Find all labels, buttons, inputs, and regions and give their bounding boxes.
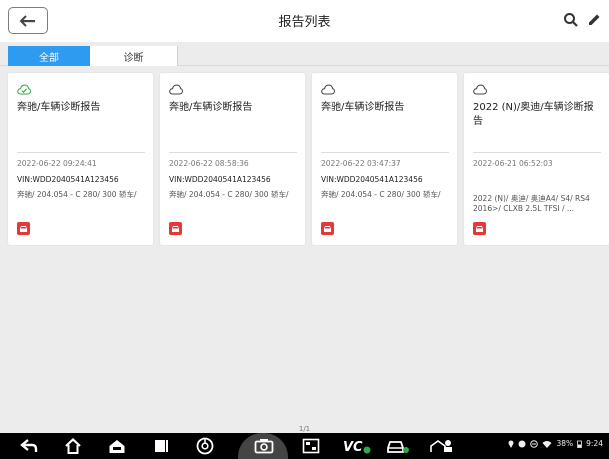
divider xyxy=(473,152,601,153)
home-icon xyxy=(65,438,81,454)
report-card[interactable]: 2022 (N)/奥迪/车辆诊断报告 2022-06-21 06:52:03 2… xyxy=(464,73,609,245)
report-vehicle: 奔驰/ 204.054 - C 280/ 300 轿车/ xyxy=(321,190,441,199)
car-icon xyxy=(476,225,483,232)
garage-icon xyxy=(109,440,125,453)
divider xyxy=(169,152,297,153)
report-date: 2022-06-22 08:58:36 xyxy=(169,159,249,168)
report-vehicle: 奔驰/ 204.054 - C 280/ 300 轿车/ xyxy=(17,190,137,199)
repair-shop-icon xyxy=(430,440,452,452)
car-icon xyxy=(172,225,179,232)
battery-percent: 38% xyxy=(556,439,574,448)
report-vehicle: 2022 (N)/ 奥迪/ 奥迪A4/ S4/ RS4 2016>/ CLXB … xyxy=(473,194,590,213)
report-title: 奔驰/车辆诊断报告 xyxy=(321,102,405,113)
status-bar: 38% 9:24 xyxy=(508,439,603,448)
recent-apps-icon xyxy=(155,440,168,452)
nav-screenshot-button[interactable] xyxy=(302,437,320,455)
battery-icon xyxy=(577,440,583,448)
cloud-check-icon xyxy=(17,84,31,95)
nav-repair-shop-button[interactable] xyxy=(430,437,454,455)
page-indicator: 1/1 xyxy=(298,425,311,433)
report-vin: VIN:WDD2040541A123456 xyxy=(169,175,271,184)
nav-home-button[interactable] xyxy=(64,437,82,455)
camera-icon xyxy=(254,439,274,454)
nav-vehicle-button[interactable] xyxy=(386,437,410,455)
screen-capture-icon xyxy=(302,438,320,454)
report-date: 2022-06-21 06:52:03 xyxy=(473,159,553,168)
pencil-icon xyxy=(589,14,600,25)
tab-diagnostics[interactable]: 诊断 xyxy=(90,46,178,66)
report-date: 2022-06-22 03:47:37 xyxy=(321,159,401,168)
car-badge xyxy=(473,222,486,235)
report-title: 奔驰/车辆诊断报告 xyxy=(169,102,253,113)
svg-text:VC: VC xyxy=(343,440,363,454)
nav-back-button[interactable] xyxy=(20,437,38,455)
settings-icon xyxy=(518,440,526,447)
back-icon xyxy=(20,439,38,452)
divider xyxy=(17,152,145,153)
report-card[interactable]: 奔驰/车辆诊断报告 2022-06-22 08:58:36 VIN:WDD204… xyxy=(160,73,305,245)
vci-icon: VC xyxy=(343,440,371,454)
car-status-icon xyxy=(387,441,409,453)
divider xyxy=(321,152,449,153)
report-vin: VIN:WDD2040541A123456 xyxy=(17,175,119,184)
report-title: 2022 (N)/奥迪/车辆诊断报告 xyxy=(473,102,594,127)
edit-button[interactable] xyxy=(586,12,602,28)
car-badge xyxy=(169,222,182,235)
report-title: 奔驰/车辆诊断报告 xyxy=(17,102,101,113)
nav-vehicle-home-button[interactable] xyxy=(108,437,126,455)
search-icon xyxy=(564,13,578,27)
report-vehicle: 奔驰/ 204.054 - C 280/ 300 轿车/ xyxy=(169,190,289,199)
nav-camera-button[interactable] xyxy=(254,437,274,455)
report-card[interactable]: 奔驰/车辆诊断报告 2022-06-22 03:47:37 VIN:WDD204… xyxy=(312,73,457,245)
report-card[interactable]: 奔驰/车辆诊断报告 2022-06-22 09:24:41 VIN:WDD204… xyxy=(8,73,153,245)
page-title: 报告列表 xyxy=(278,15,331,30)
nav-browser-button[interactable] xyxy=(196,437,214,455)
cloud-icon xyxy=(473,84,487,95)
dnd-icon xyxy=(530,439,539,448)
nav-recent-apps-button[interactable] xyxy=(153,437,169,455)
report-vin: VIN:WDD2040541A123456 xyxy=(321,175,423,184)
report-date: 2022-06-22 09:24:41 xyxy=(17,159,97,168)
cloud-icon xyxy=(169,84,183,95)
car-badge xyxy=(321,222,334,235)
clock: 9:24 xyxy=(586,439,603,448)
filter-tabs: 全部 诊断 xyxy=(0,42,609,66)
car-icon xyxy=(324,225,331,232)
browser-icon xyxy=(196,437,214,455)
cloud-icon xyxy=(321,84,335,95)
tab-all[interactable]: 全部 xyxy=(8,46,90,66)
car-badge xyxy=(17,222,30,235)
car-icon xyxy=(20,225,27,232)
top-bar: 报告列表 xyxy=(0,0,609,42)
location-icon xyxy=(508,440,514,448)
wifi-icon xyxy=(542,440,552,448)
nav-vci-button[interactable]: VC xyxy=(342,437,372,455)
search-button[interactable] xyxy=(563,12,579,28)
